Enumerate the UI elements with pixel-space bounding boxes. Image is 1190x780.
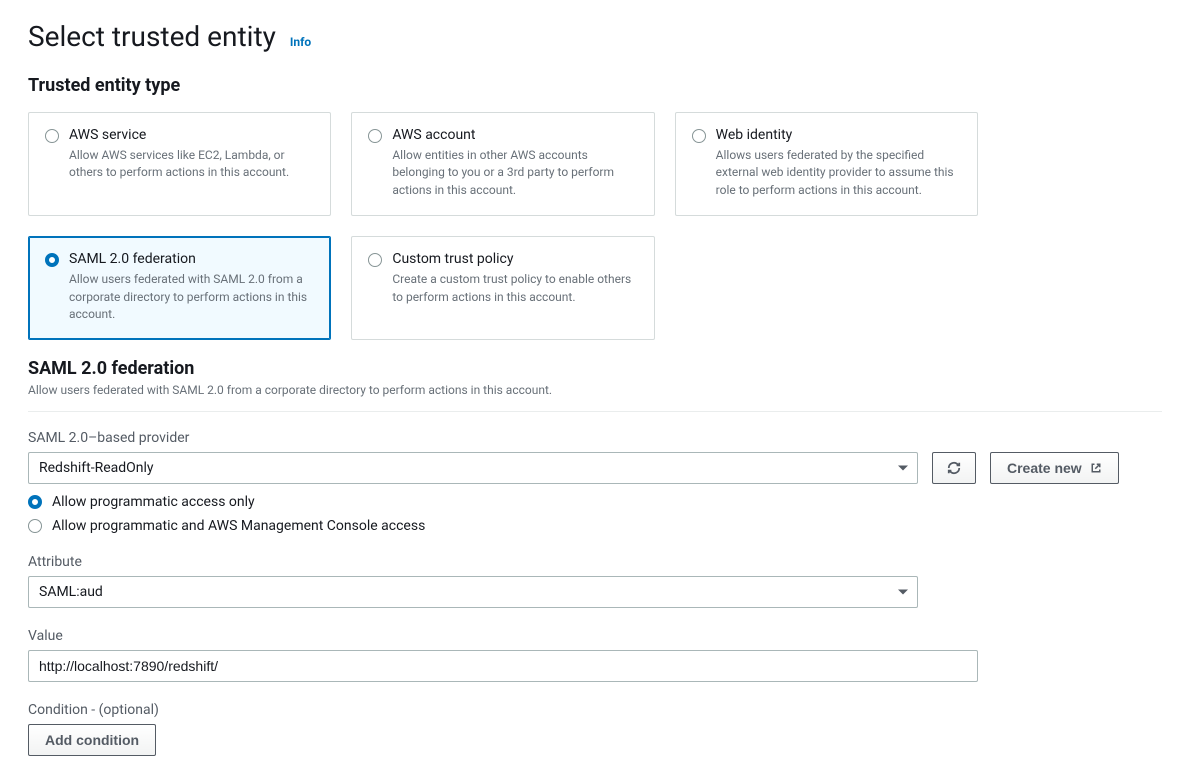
entity-web-identity[interactable]: Web identity Allows users federated by t… <box>675 112 978 216</box>
entity-aws-service[interactable]: AWS service Allow AWS services like EC2,… <box>28 112 331 216</box>
radio-icon <box>692 129 706 143</box>
entity-type-heading: Trusted entity type <box>28 75 1162 96</box>
refresh-button[interactable] <box>932 452 976 484</box>
access-programmatic-only[interactable]: Allow programmatic access only <box>28 494 1162 510</box>
page-title: Select trusted entity <box>28 20 276 53</box>
create-new-button[interactable]: Create new <box>990 452 1119 484</box>
card-desc: Allow users federated with SAML 2.0 from… <box>69 271 314 323</box>
access-option-label: Allow programmatic and AWS Management Co… <box>52 518 425 534</box>
card-title: SAML 2.0 federation <box>69 251 314 267</box>
entity-custom-trust-policy[interactable]: Custom trust policy Create a custom trus… <box>351 236 654 340</box>
card-title: Custom trust policy <box>392 251 637 267</box>
chevron-down-icon <box>898 590 908 595</box>
radio-icon <box>368 253 382 267</box>
attribute-label: Attribute <box>28 554 978 570</box>
access-option-label: Allow programmatic access only <box>52 494 255 510</box>
provider-label: SAML 2.0–based provider <box>28 430 1162 446</box>
info-link[interactable]: Info <box>290 35 311 49</box>
divider <box>28 411 1162 412</box>
access-programmatic-and-console[interactable]: Allow programmatic and AWS Management Co… <box>28 518 1162 534</box>
attribute-select[interactable]: SAML:aud <box>28 576 918 608</box>
card-desc: Create a custom trust policy to enable o… <box>392 271 637 306</box>
chevron-down-icon <box>898 466 908 471</box>
radio-icon <box>28 519 42 533</box>
card-title: Web identity <box>716 127 961 143</box>
value-label: Value <box>28 628 978 644</box>
saml-section-heading: SAML 2.0 federation <box>28 358 1162 379</box>
provider-select[interactable]: Redshift-ReadOnly <box>28 452 918 484</box>
radio-icon <box>368 129 382 143</box>
entity-aws-account[interactable]: AWS account Allow entities in other AWS … <box>351 112 654 216</box>
refresh-icon <box>947 461 961 475</box>
external-link-icon <box>1090 462 1102 474</box>
saml-section-desc: Allow users federated with SAML 2.0 from… <box>28 383 1162 397</box>
attribute-selected-value: SAML:aud <box>39 584 103 600</box>
provider-selected-value: Redshift-ReadOnly <box>39 460 154 476</box>
card-title: AWS account <box>392 127 637 143</box>
radio-icon <box>45 129 59 143</box>
add-condition-label: Add condition <box>45 732 139 748</box>
create-new-label: Create new <box>1007 460 1082 476</box>
entity-saml-federation[interactable]: SAML 2.0 federation Allow users federate… <box>28 236 331 340</box>
card-desc: Allows users federated by the specified … <box>716 147 961 199</box>
radio-icon <box>28 495 42 509</box>
card-title: AWS service <box>69 127 314 143</box>
value-input[interactable] <box>28 650 978 682</box>
radio-icon <box>45 253 59 267</box>
card-desc: Allow entities in other AWS accounts bel… <box>392 147 637 199</box>
condition-label: Condition - (optional) <box>28 702 978 718</box>
add-condition-button[interactable]: Add condition <box>28 724 156 756</box>
card-desc: Allow AWS services like EC2, Lambda, or … <box>69 147 314 182</box>
entity-type-grid: AWS service Allow AWS services like EC2,… <box>28 112 978 340</box>
